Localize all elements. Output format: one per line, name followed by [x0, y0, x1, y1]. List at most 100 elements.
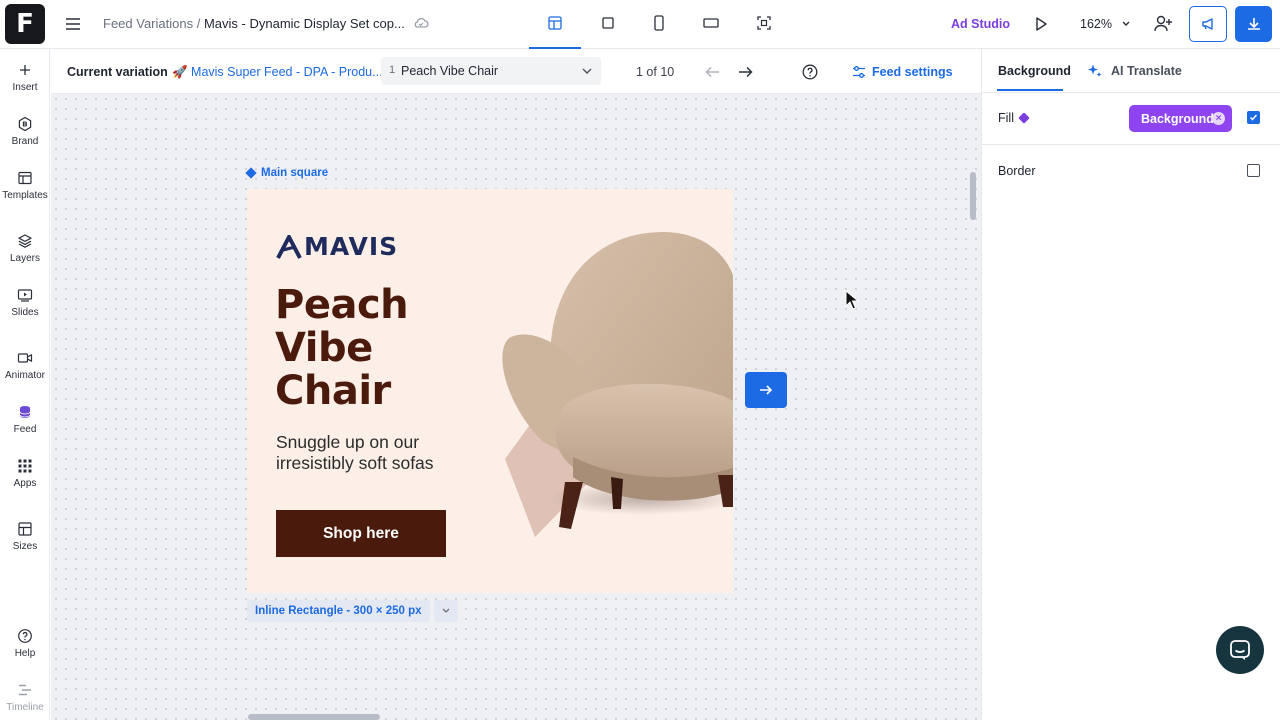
- sizes-icon: [18, 522, 32, 536]
- tab-ai-translate[interactable]: AI Translate: [1087, 63, 1182, 79]
- sidebar-item-apps[interactable]: Apps: [0, 458, 50, 489]
- landscape-view-button[interactable]: [700, 12, 722, 34]
- product-chair-image[interactable]: [473, 227, 733, 549]
- fullscreen-view-button[interactable]: [753, 12, 775, 34]
- sidebar-item-label: Slides: [11, 307, 39, 318]
- mobile-view-button[interactable]: [648, 12, 670, 34]
- zoom-value: 162%: [1080, 17, 1112, 31]
- previous-variation-arrow-icon[interactable]: [704, 63, 722, 81]
- support-chat-button[interactable]: [1216, 626, 1264, 674]
- zoom-select[interactable]: 162%: [1080, 17, 1131, 31]
- fill-background-pill[interactable]: Background ×: [1129, 105, 1232, 132]
- templates-icon: [18, 171, 32, 185]
- feed-settings-button[interactable]: Feed settings: [852, 63, 953, 81]
- fullscreen-icon: [757, 16, 771, 30]
- variation-select[interactable]: 1 Peach Vibe Chair: [381, 57, 601, 85]
- sidebar-item-insert[interactable]: Insert: [0, 62, 50, 93]
- size-tag-label: Inline Rectangle - 300 × 250 px: [255, 605, 422, 617]
- feed-source-link[interactable]: 🚀 Mavis Super Feed - DPA - Produ...: [172, 65, 383, 80]
- database-icon: [19, 406, 31, 418]
- headline-line: Peach: [275, 282, 409, 328]
- square-view-button[interactable]: [597, 12, 619, 34]
- top-bar: F Feed Variations / Mavis - Dynamic Disp…: [0, 0, 1280, 49]
- next-frame-button[interactable]: [745, 372, 787, 408]
- sidebar-item-label: Feed: [13, 424, 37, 435]
- frame-label-text: Main square: [261, 167, 329, 179]
- ad-headline[interactable]: Peach Vibe Chair: [275, 282, 409, 414]
- sidebar-item-label: Brand: [11, 136, 39, 147]
- size-tag[interactable]: Inline Rectangle - 300 × 250 px: [247, 600, 430, 622]
- current-variation-label: Current variation: [67, 65, 168, 79]
- sidebar-item-label: Insert: [12, 82, 38, 93]
- tab-background[interactable]: Background: [998, 64, 1071, 78]
- section-divider: [982, 144, 1280, 145]
- sidebar-item-label: Layers: [9, 253, 40, 264]
- border-label: Border: [998, 164, 1036, 178]
- download-button[interactable]: [1235, 6, 1272, 42]
- breadcrumb-parent[interactable]: Feed Variations: [103, 16, 193, 31]
- sidebar-item-label: Animator: [4, 370, 45, 381]
- headline-line: Chair: [275, 368, 391, 414]
- menu-icon[interactable]: [64, 14, 82, 34]
- fill-checkbox[interactable]: [1247, 111, 1260, 124]
- horizontal-scrollbar[interactable]: [248, 714, 380, 720]
- tabs-divider: [982, 92, 1280, 93]
- next-variation-arrow-icon[interactable]: [736, 63, 754, 81]
- landscape-icon: [703, 18, 719, 28]
- phone-icon: [654, 15, 664, 31]
- help-icon: [18, 629, 32, 643]
- sidebar-item-label: Templates: [2, 190, 48, 201]
- design-canvas[interactable]: Main square MAVIS Peach Vibe Chair Snugg…: [51, 94, 981, 720]
- vertical-scrollbar[interactable]: [970, 172, 976, 220]
- fill-row: Fill: [998, 111, 1030, 125]
- play-icon[interactable]: [1032, 14, 1050, 34]
- sidebar-item-help[interactable]: Help: [0, 628, 50, 659]
- arrow-right-icon: [760, 385, 773, 395]
- frame-label[interactable]: Main square: [245, 167, 329, 179]
- ad-creative[interactable]: MAVIS Peach Vibe Chair Snuggle up on our…: [247, 189, 733, 593]
- properties-panel: Background AI Translate Fill Background …: [981, 49, 1280, 720]
- sidebar-item-label: Sizes: [12, 541, 38, 552]
- sparkle-icon: [1088, 64, 1102, 77]
- sliders-icon: [853, 66, 865, 78]
- plus-icon: [20, 65, 30, 75]
- logo-letter: F: [16, 9, 34, 39]
- layout-icon: [548, 16, 562, 30]
- brand-icon: B: [18, 116, 32, 132]
- shop-here-button[interactable]: Shop here: [276, 510, 446, 557]
- publish-button[interactable]: [1189, 6, 1227, 42]
- sidebar-item-label: Help: [14, 648, 36, 659]
- dynamic-field-icon: [1018, 112, 1030, 124]
- breadcrumb-separator: /: [196, 16, 201, 31]
- megaphone-icon: [1202, 18, 1213, 30]
- app-logo[interactable]: F: [5, 4, 45, 44]
- brand-logo[interactable]: MAVIS: [276, 232, 398, 261]
- ad-subline[interactable]: Snuggle up on our irresistibly soft sofa…: [276, 432, 486, 474]
- add-user-icon[interactable]: [1152, 13, 1174, 35]
- frame-diamond-icon: [245, 167, 257, 179]
- sidebar-item-timeline[interactable]: Timeline: [0, 682, 50, 713]
- variation-index: 1: [389, 64, 396, 76]
- sidebar-item-feed[interactable]: Feed: [0, 404, 50, 435]
- sidebar-item-slides[interactable]: Slides: [0, 287, 50, 318]
- apps-grid-icon: [18, 459, 32, 473]
- size-dropdown-button[interactable]: [434, 600, 458, 622]
- sidebar-item-sizes[interactable]: Sizes: [0, 521, 50, 552]
- square-icon: [602, 17, 614, 29]
- sidebar-item-templates[interactable]: Templates: [0, 170, 50, 201]
- remove-icon[interactable]: ×: [1212, 112, 1225, 125]
- ad-studio-link[interactable]: Ad Studio: [951, 17, 1010, 31]
- mouse-cursor-icon: [845, 290, 859, 310]
- layout-view-button[interactable]: [544, 12, 566, 34]
- headline-line: Vibe: [275, 325, 373, 371]
- active-tab-indicator: [997, 89, 1063, 91]
- border-checkbox[interactable]: [1247, 164, 1260, 177]
- sidebar-item-label: Apps: [13, 478, 37, 489]
- sidebar-item-brand[interactable]: B Brand: [0, 116, 50, 147]
- brand-name: MAVIS: [304, 232, 399, 261]
- breadcrumb-current[interactable]: Mavis - Dynamic Display Set cop...: [204, 16, 405, 31]
- sidebar-item-animator[interactable]: Animator: [0, 350, 50, 381]
- help-icon[interactable]: [801, 63, 819, 81]
- brand-mark-icon: [276, 234, 302, 259]
- sidebar-item-layers[interactable]: Layers: [0, 233, 50, 264]
